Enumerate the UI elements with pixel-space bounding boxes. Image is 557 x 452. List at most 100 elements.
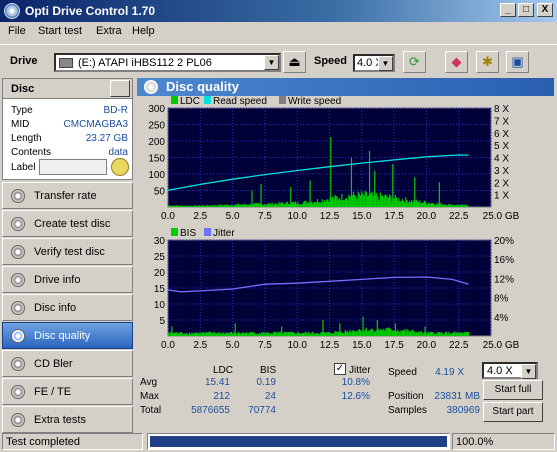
nav-disc-quality[interactable]: Disc quality: [2, 322, 133, 349]
status-text-box: Test completed: [2, 433, 143, 450]
nav-disc-info[interactable]: Disc info: [2, 294, 133, 321]
speed-select[interactable]: 4.0 X ▼: [353, 54, 395, 72]
drive-select[interactable]: (E:) ATAPI iHBS112 2 PL06 ▼: [54, 53, 281, 72]
cd-bler-icon: [11, 357, 25, 371]
title-bar: Opti Drive Control 1.70 _ □ X: [0, 0, 557, 22]
chevron-down-icon[interactable]: ▼: [521, 364, 536, 379]
x-tick-label: 10.0: [287, 340, 307, 351]
progress-percent-box: 100.0%: [452, 433, 555, 450]
legend-swatch: [171, 228, 178, 236]
row-label-total: Total: [140, 405, 162, 416]
disc-header-title: Disc: [11, 83, 35, 95]
label-refresh-icon[interactable]: [111, 158, 129, 176]
disc-header-button[interactable]: [110, 80, 130, 97]
maximize-button[interactable]: □: [518, 3, 534, 17]
disc-length-value: 23.27 GB: [85, 133, 128, 144]
panel-header: Disc quality: [137, 78, 554, 96]
nav-transfer-rate[interactable]: Transfer rate: [2, 182, 133, 209]
y-right-tick-label: 8 X: [494, 104, 509, 115]
disc-label-input[interactable]: [39, 159, 107, 175]
nav-fe-te[interactable]: FE / TE: [2, 378, 133, 405]
chevron-down-icon[interactable]: ▼: [378, 56, 393, 71]
nav-verify-test-disc[interactable]: Verify test disc: [2, 238, 133, 265]
menu-bar: File Start test Extra Help: [0, 22, 557, 42]
samples-value: 380969: [446, 405, 480, 416]
y-tick-label: 200: [148, 137, 165, 148]
legend-swatch: [279, 96, 286, 104]
left-panel: Disc Type BD-R MID CMCMAGBA3 Length 23.2…: [2, 78, 133, 433]
chevron-down-icon[interactable]: ▼: [264, 55, 279, 70]
close-button[interactable]: X: [537, 3, 553, 17]
avg-jitter: 10.8%: [341, 377, 370, 388]
status-text: Test completed: [6, 436, 80, 448]
drive-label: Drive: [10, 55, 38, 67]
drive-icon: [59, 58, 73, 68]
total-bis: 70774: [248, 405, 276, 416]
legend-swatch: [204, 228, 211, 236]
status-bar: Test completed 100.0%: [0, 431, 557, 452]
nav-drive-info[interactable]: Drive info: [2, 266, 133, 293]
legend-label: Write speed: [288, 96, 341, 107]
legend-label: LDC: [180, 96, 200, 107]
y-right-tick-label: 5 X: [494, 141, 509, 152]
y-right-tick-label: 20%: [494, 236, 514, 247]
x-tick-label: 5.0: [226, 211, 240, 222]
nav-label: Disc info: [34, 302, 77, 314]
x-tick-label: 15.0: [352, 211, 372, 222]
app-disc-icon: [4, 3, 20, 19]
max-ldc: 212: [213, 391, 230, 402]
y-right-tick-label: 4 X: [494, 154, 509, 165]
eject-button[interactable]: ⏏: [283, 51, 306, 73]
x-tick-label: 7.5: [258, 211, 272, 222]
progress-bar: [147, 433, 450, 450]
menu-extra[interactable]: Extra: [96, 25, 122, 37]
start-full-button[interactable]: Start full: [483, 380, 543, 400]
minimize-button[interactable]: _: [500, 3, 516, 17]
save-icon[interactable]: ▣: [506, 51, 529, 73]
start-part-button[interactable]: Start part: [483, 402, 543, 422]
menu-start-test[interactable]: Start test: [38, 25, 82, 37]
nav-extra-tests[interactable]: Extra tests: [2, 406, 133, 433]
legend-label: BIS: [180, 228, 196, 239]
nav-label: Transfer rate: [34, 190, 97, 202]
settings-icon[interactable]: ✱: [476, 51, 499, 73]
x-tick-label: 2.5: [193, 340, 207, 351]
test-speed-select[interactable]: 4.0 X ▼: [482, 362, 538, 379]
x-tick-label: 10.0: [287, 211, 307, 222]
erase-icon[interactable]: ◆: [445, 51, 468, 73]
drive-toolbar: Drive (E:) ATAPI iHBS112 2 PL06 ▼ ⏏ Spee…: [0, 44, 557, 76]
x-tick-label: 2.5: [193, 211, 207, 222]
y-tick-label: 50: [154, 187, 166, 198]
nav-cd-bler[interactable]: CD Bler: [2, 350, 133, 377]
fe-te-icon: [11, 385, 25, 399]
y-tick-label: 15: [154, 284, 166, 295]
y-tick-label: 30: [154, 236, 166, 247]
menu-file[interactable]: File: [8, 25, 26, 37]
x-tick-label: 17.5: [384, 211, 404, 222]
progress-fill: [150, 436, 447, 447]
x-tick-label: 15.0: [352, 340, 372, 351]
disc-contents-key: Contents: [11, 147, 52, 158]
y-tick-label: 150: [148, 154, 165, 165]
disc-type-value: BD-R: [103, 105, 128, 116]
jitter-label: Jitter: [349, 365, 371, 376]
jitter-checkbox[interactable]: ✓: [334, 363, 346, 375]
nav-label: Drive info: [34, 274, 81, 286]
drive-select-value: (E:) ATAPI iHBS112 2 PL06: [78, 57, 212, 69]
avg-ldc: 15.41: [204, 377, 230, 388]
menu-help[interactable]: Help: [132, 25, 155, 37]
x-tick-label: 25.0 GB: [483, 340, 520, 351]
disc-type-key: Type: [11, 105, 33, 116]
transfer-rate-icon: [11, 189, 25, 203]
x-tick-label: 22.5: [449, 340, 469, 351]
y-tick-label: 250: [148, 121, 165, 132]
nav-label: CD Bler: [34, 358, 73, 370]
y-tick-label: 20: [154, 268, 166, 279]
create-test-disc-icon: [11, 217, 25, 231]
total-ldc: 5876655: [191, 405, 230, 416]
max-jitter: 12.6%: [341, 391, 370, 402]
extra-tests-icon: [11, 413, 25, 427]
refresh-icon[interactable]: ⟳: [403, 51, 426, 73]
nav-create-test-disc[interactable]: Create test disc: [2, 210, 133, 237]
test-speed-value: 4.0 X: [487, 365, 513, 377]
